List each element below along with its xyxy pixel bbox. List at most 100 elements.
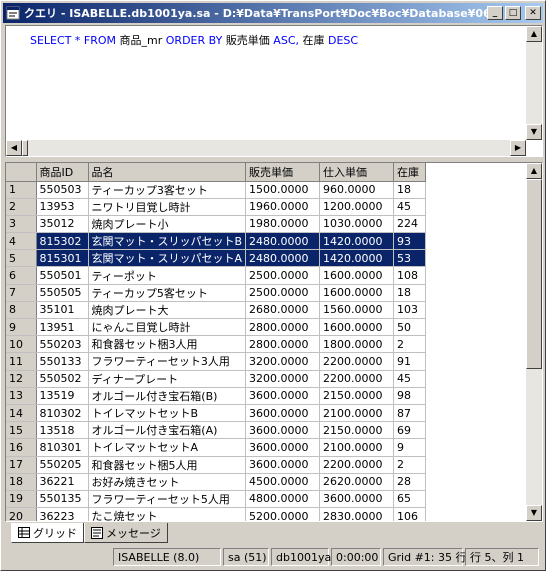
cell-stock[interactable]: 28 [393, 473, 427, 491]
cell-cost-price[interactable]: 1560.0000 [319, 301, 395, 320]
row-number[interactable]: 3 [6, 215, 37, 234]
results-vertical-scrollbar[interactable]: ▲ ▼ [526, 163, 542, 521]
tab-grid[interactable]: グリッド [11, 523, 84, 543]
cell-product-name[interactable]: 玄関マット・スリッパセットA [88, 249, 247, 268]
tab-messages[interactable]: メッセージ [84, 523, 168, 543]
cell-stock[interactable]: 50 [393, 318, 427, 337]
cell-product-name[interactable]: ティーカップ5客セット [88, 284, 247, 302]
table-row[interactable]: 18 36221 お好み焼きセット 4500.0000 2620.0000 28 [6, 473, 427, 491]
row-number[interactable]: 6 [6, 266, 37, 285]
table-row[interactable]: 5 815301 玄関マット・スリッパセットA 2480.0000 1420.0000 5… [6, 249, 427, 268]
cell-product-id[interactable]: 550505 [36, 284, 89, 302]
row-number[interactable]: 10 [6, 335, 37, 354]
cell-product-id[interactable]: 815301 [36, 249, 89, 268]
column-header-cost-price[interactable]: 仕入単価 [319, 163, 395, 182]
row-number[interactable]: 5 [6, 249, 37, 268]
cell-product-id[interactable]: 550503 [36, 181, 89, 199]
cell-cost-price[interactable]: 2200.0000 [319, 370, 395, 388]
scroll-up-arrow-icon[interactable]: ▲ [526, 26, 542, 42]
cell-stock[interactable]: 18 [393, 284, 427, 302]
table-row[interactable]: 8 35101 焼肉プレート大 2680.0000 1560.0000 103 [6, 301, 427, 320]
cell-product-id[interactable]: 550501 [36, 266, 89, 285]
cell-sale-price[interactable]: 3600.0000 [245, 438, 321, 457]
minimize-button[interactable]: _ [487, 6, 503, 20]
cell-sale-price[interactable]: 3600.0000 [245, 456, 321, 474]
cell-stock[interactable]: 103 [393, 301, 427, 320]
column-header-product-name[interactable]: 品名 [88, 163, 247, 182]
table-row[interactable]: 11 550133 フラワーティーセット3人用 3200.0000 2200.0000 9… [6, 352, 427, 371]
row-number[interactable]: 9 [6, 318, 37, 337]
row-number[interactable]: 4 [6, 232, 37, 251]
cell-cost-price[interactable]: 2150.0000 [319, 421, 395, 440]
cell-sale-price[interactable]: 1500.0000 [245, 181, 321, 199]
table-row[interactable]: 2 13953 ニワトリ目覚し時計 1960.0000 1200.0000 45 [6, 198, 427, 216]
row-number[interactable]: 20 [6, 507, 37, 521]
cell-sale-price[interactable]: 1960.0000 [245, 198, 321, 216]
table-row[interactable]: 10 550203 和食器セット梱3人用 2800.0000 1800.0000 2 [6, 335, 427, 354]
cell-product-name[interactable]: ティーカップ3客セット [88, 181, 247, 199]
cell-product-name[interactable]: オルゴール付き宝石箱(B) [88, 387, 247, 405]
table-row[interactable]: 9 13951 にゃんこ目覚し時計 2800.0000 1600.0000 50 [6, 318, 427, 337]
row-number[interactable]: 15 [6, 421, 37, 440]
cell-product-name[interactable]: トイレマットセットA [88, 438, 247, 457]
row-number[interactable]: 13 [6, 387, 37, 405]
cell-cost-price[interactable]: 2100.0000 [319, 404, 395, 423]
cell-stock[interactable]: 2 [393, 335, 427, 354]
cell-stock[interactable]: 91 [393, 352, 427, 371]
cell-cost-price[interactable]: 1600.0000 [319, 318, 395, 337]
row-number[interactable]: 1 [6, 181, 37, 199]
cell-sale-price[interactable]: 2680.0000 [245, 301, 321, 320]
table-row[interactable]: 4 815302 玄関マット・スリッパセットB 2480.0000 1420.0000 9… [6, 232, 427, 251]
table-row[interactable]: 3 35012 焼肉プレート小 1980.0000 1030.0000 224 [6, 215, 427, 234]
table-row[interactable]: 1 550503 ティーカップ3客セット 1500.0000 960.0000 18 [6, 181, 427, 199]
cell-cost-price[interactable]: 2150.0000 [319, 387, 395, 405]
table-row[interactable]: 13 13519 オルゴール付き宝石箱(B) 3600.0000 2150.0000 98 [6, 387, 427, 405]
row-number[interactable]: 8 [6, 301, 37, 320]
table-row[interactable]: 16 810301 トイレマットセットA 3600.0000 2100.0000 9 [6, 438, 427, 457]
cell-sale-price[interactable]: 3600.0000 [245, 421, 321, 440]
cell-stock[interactable]: 224 [393, 215, 427, 234]
cell-sale-price[interactable]: 4500.0000 [245, 473, 321, 491]
cell-sale-price[interactable]: 4800.0000 [245, 490, 321, 509]
cell-cost-price[interactable]: 1420.0000 [319, 232, 395, 251]
cell-sale-price[interactable]: 2480.0000 [245, 232, 321, 251]
cell-product-name[interactable]: 焼肉プレート大 [88, 301, 247, 320]
cell-stock[interactable]: 53 [393, 249, 427, 268]
cell-cost-price[interactable]: 1600.0000 [319, 284, 395, 302]
cell-product-id[interactable]: 810301 [36, 438, 89, 457]
row-number[interactable]: 18 [6, 473, 37, 491]
cell-cost-price[interactable]: 2620.0000 [319, 473, 395, 491]
scroll-left-arrow-icon[interactable]: ◀ [6, 140, 22, 156]
column-header-product-id[interactable]: 商品ID [36, 163, 89, 182]
column-header-sale-price[interactable]: 販売単価 [245, 163, 321, 182]
cell-stock[interactable]: 18 [393, 181, 427, 199]
cell-product-name[interactable]: ニワトリ目覚し時計 [88, 198, 247, 216]
cell-stock[interactable]: 65 [393, 490, 427, 509]
cell-sale-price[interactable]: 2500.0000 [245, 266, 321, 285]
column-header-stock[interactable]: 在庫 [393, 163, 427, 182]
close-button[interactable]: ✕ [525, 6, 541, 20]
cell-product-id[interactable]: 36223 [36, 507, 89, 521]
cell-stock[interactable]: 45 [393, 198, 427, 216]
cell-product-name[interactable]: お好み焼きセット [88, 473, 247, 491]
table-row[interactable]: 14 810302 トイレマットセットB 3600.0000 2100.0000 87 [6, 404, 427, 423]
sql-editor[interactable]: SELECT * FROM 商品_mr ORDER BY 販売単価 ASC, 在… [5, 25, 543, 157]
cell-product-id[interactable]: 35012 [36, 215, 89, 234]
cell-stock[interactable]: 108 [393, 266, 427, 285]
cell-product-id[interactable]: 13518 [36, 421, 89, 440]
table-row[interactable]: 17 550205 和食器セット梱5人用 3600.0000 2200.0000 2 [6, 456, 427, 474]
maximize-button[interactable]: □ [505, 6, 521, 20]
editor-scroll-thumb[interactable] [22, 140, 28, 156]
cell-product-id[interactable]: 550133 [36, 352, 89, 371]
cell-stock[interactable]: 106 [393, 507, 427, 521]
cell-product-id[interactable]: 13951 [36, 318, 89, 337]
cell-stock[interactable]: 69 [393, 421, 427, 440]
cell-stock[interactable]: 93 [393, 232, 427, 251]
cell-sale-price[interactable]: 1980.0000 [245, 215, 321, 234]
results-scroll-down-arrow-icon[interactable]: ▼ [526, 505, 542, 521]
cell-cost-price[interactable]: 1420.0000 [319, 249, 395, 268]
scroll-right-arrow-icon[interactable]: ▶ [510, 140, 526, 156]
scroll-down-arrow-icon[interactable]: ▼ [526, 124, 542, 140]
cell-product-name[interactable]: ディナープレート [88, 370, 247, 388]
cell-product-name[interactable]: フラワーティーセット3人用 [88, 352, 247, 371]
